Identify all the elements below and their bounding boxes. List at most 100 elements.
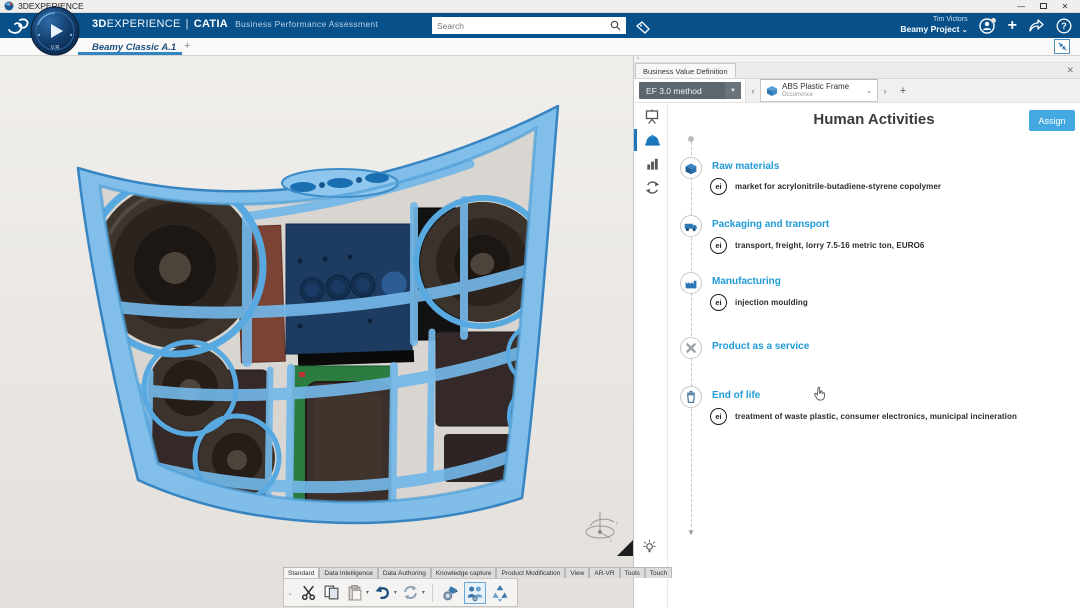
context-add-button[interactable]: + xyxy=(892,79,914,102)
share-icon xyxy=(1028,18,1045,33)
stage-desc-raw-materials[interactable]: ei market for acrylonitrile-butadiene-st… xyxy=(710,178,941,195)
copy-button[interactable] xyxy=(322,583,341,602)
dropdown-caret-icon: ▼ xyxy=(725,82,741,99)
tab-standard[interactable]: Standard xyxy=(283,567,319,578)
undo-button[interactable] xyxy=(373,583,392,602)
action-bar-icons: ⌄ ▾ xyxy=(283,578,518,607)
context-tab-subtitle: Occurrence xyxy=(782,92,862,98)
truck-icon xyxy=(682,217,700,235)
tag-icon[interactable] xyxy=(636,21,651,34)
stage-desc-manufacturing[interactable]: ei injection moulding xyxy=(710,294,808,311)
help-button[interactable]: ? xyxy=(1056,18,1072,34)
maximize-icon xyxy=(1040,3,1047,9)
undo-dropdown-caret[interactable]: ▾ xyxy=(394,589,397,596)
search-input[interactable] xyxy=(437,21,607,31)
svg-text:y: y xyxy=(616,520,618,525)
bar-chart-icon xyxy=(644,155,661,172)
panel-header: Business Value Definition ✕ xyxy=(634,63,1080,79)
share-button[interactable] xyxy=(1028,18,1045,33)
search-box[interactable] xyxy=(432,17,626,34)
paste-button[interactable] xyxy=(345,583,364,602)
hard-hat-icon xyxy=(643,131,662,150)
cube-icon xyxy=(766,85,778,97)
context-tab-title: ABS Plastic Frame xyxy=(782,83,862,91)
scissors-icon xyxy=(300,584,317,601)
viewport-resize-corner[interactable] xyxy=(616,540,633,557)
rail-item-circularity[interactable] xyxy=(641,177,663,197)
action-bar-tabs: Standard Data Intelligence Data Authorin… xyxy=(283,567,672,578)
tab-view[interactable]: View xyxy=(565,567,589,578)
ideas-button[interactable] xyxy=(641,538,658,560)
tab-product-modification[interactable]: Product Modification xyxy=(496,567,565,578)
rail-selection-indicator xyxy=(634,129,637,151)
maximize-button[interactable] xyxy=(1032,0,1054,12)
user-info[interactable]: Tim Victors Beamy Project ⌄ xyxy=(900,16,967,34)
stage-node-manufacturing[interactable] xyxy=(680,272,702,294)
ecoinvent-badge: ei xyxy=(710,237,727,254)
chevron-down-icon: ⌄ xyxy=(962,27,968,34)
stage-node-raw-materials[interactable] xyxy=(680,157,702,179)
stage-title-end-of-life[interactable]: End of life xyxy=(712,390,760,401)
tab-data-authoring[interactable]: Data Authoring xyxy=(378,567,431,578)
help-icon: ? xyxy=(1056,18,1072,34)
stage-node-end-of-life[interactable] xyxy=(680,386,702,408)
add-content-button[interactable]: + xyxy=(1008,18,1017,34)
rail-item-results[interactable] xyxy=(641,153,663,173)
search-icon[interactable] xyxy=(610,20,621,31)
minimize-button[interactable]: — xyxy=(1010,0,1032,12)
stage-title-packaging[interactable]: Packaging and transport xyxy=(712,219,829,230)
toolbar-separator xyxy=(432,584,433,602)
timeline-end-arrow: ▼ xyxy=(687,528,695,537)
context-tab[interactable]: ABS Plastic Frame Occurrence ⌄ xyxy=(760,79,878,102)
stage-node-service[interactable] xyxy=(680,337,702,359)
update-button[interactable] xyxy=(401,583,420,602)
panel-tab[interactable]: Business Value Definition xyxy=(635,63,736,78)
compass-widget[interactable]: V.R xyxy=(29,5,81,62)
brand-separator: | xyxy=(186,18,189,30)
document-tab-label: Beamy Classic A.1 xyxy=(92,42,176,53)
rail-item-human-activities[interactable] xyxy=(641,130,663,150)
toolbar-expand-chevron[interactable]: ⌄ xyxy=(287,589,293,597)
stage-desc-packaging[interactable]: ei transport, freight, lorry 7.5-16 metr… xyxy=(710,237,924,254)
new-document-tab-button[interactable]: + xyxy=(184,40,190,52)
stage-title-manufacturing[interactable]: Manufacturing xyxy=(712,276,781,287)
stage-title-raw-materials[interactable]: Raw materials xyxy=(712,161,779,172)
method-dropdown-value: EF 3.0 method xyxy=(646,86,702,96)
cut-button[interactable] xyxy=(299,583,318,602)
panel-collapse-arrow[interactable]: › xyxy=(634,56,1080,63)
recycle-exchange-button[interactable] xyxy=(490,583,510,603)
raw-materials-icon xyxy=(682,159,700,177)
lifecycle-definition-button[interactable] xyxy=(464,582,486,604)
panel-close-icon[interactable]: ✕ xyxy=(1066,65,1074,76)
tab-touch[interactable]: Touch xyxy=(645,567,672,578)
tab-ar-vr[interactable]: AR-VR xyxy=(589,567,619,578)
tab-tools[interactable]: Tools xyxy=(620,567,645,578)
close-button[interactable]: ✕ xyxy=(1054,0,1076,12)
paste-icon xyxy=(346,584,363,601)
modify-assessment-button[interactable] xyxy=(440,583,460,603)
rail-item-dashboard[interactable] xyxy=(641,107,663,127)
stage-title-service[interactable]: Product as a service xyxy=(712,341,809,352)
profile-button[interactable] xyxy=(979,17,997,35)
context-next-button[interactable]: › xyxy=(878,79,892,102)
tab-knowledge-capture[interactable]: Knowledge capture xyxy=(431,567,497,578)
assign-button[interactable]: Assign xyxy=(1029,110,1075,131)
copy-icon xyxy=(323,584,340,601)
people-gears-icon xyxy=(466,584,484,602)
method-dropdown[interactable]: EF 3.0 method ▼ xyxy=(639,82,741,99)
tab-data-intelligence[interactable]: Data Intelligence xyxy=(319,567,377,578)
viewport-3d[interactable]: y x xyxy=(0,56,633,608)
stage-node-packaging[interactable] xyxy=(680,215,702,237)
panel-tab-label: Business Value Definition xyxy=(643,67,728,76)
paste-dropdown-caret[interactable]: ▾ xyxy=(366,589,369,596)
svg-text:?: ? xyxy=(1061,21,1067,31)
compass-version: V.R xyxy=(51,45,60,51)
svg-text:x: x xyxy=(610,538,612,543)
stage-desc-end-of-life[interactable]: ei treatment of waste plastic, consumer … xyxy=(710,408,1017,425)
context-tab-caret-icon[interactable]: ⌄ xyxy=(866,87,872,95)
speaker-frame-model[interactable] xyxy=(0,56,633,608)
context-prev-button[interactable]: ‹ xyxy=(746,79,760,102)
action-bar: Standard Data Intelligence Data Authorin… xyxy=(283,567,672,607)
collapse-panel-button[interactable] xyxy=(1054,39,1070,54)
update-dropdown-caret[interactable]: ▾ xyxy=(422,589,425,596)
